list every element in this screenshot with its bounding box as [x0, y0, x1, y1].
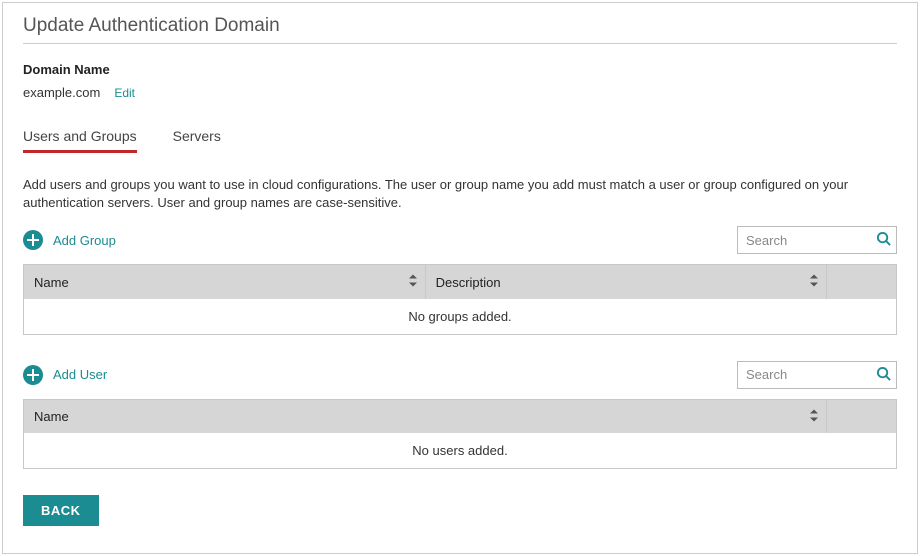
- users-search-wrap: [737, 361, 897, 389]
- page-container: Update Authentication Domain Domain Name…: [2, 2, 918, 554]
- groups-empty-text: No groups added.: [24, 299, 897, 335]
- groups-col-actions: [827, 265, 897, 299]
- table-header-row: Name: [24, 399, 897, 433]
- add-user-label: Add User: [53, 367, 107, 382]
- edit-domain-link[interactable]: Edit: [114, 86, 135, 100]
- page-title: Update Authentication Domain: [23, 15, 897, 37]
- groups-table: Name Description No groups added.: [23, 264, 897, 335]
- groups-toolbar: Add Group: [23, 226, 897, 254]
- back-button[interactable]: BACK: [23, 495, 99, 526]
- sort-icon: [810, 275, 818, 290]
- sort-icon: [810, 409, 818, 424]
- groups-col-description[interactable]: Description: [425, 265, 827, 299]
- groups-search-input[interactable]: [737, 226, 897, 254]
- users-col-actions: [827, 399, 897, 433]
- tab-users-and-groups[interactable]: Users and Groups: [23, 128, 137, 153]
- domain-value-row: example.com Edit: [23, 85, 897, 100]
- groups-col-name[interactable]: Name: [24, 265, 426, 299]
- domain-name-value: example.com: [23, 85, 100, 100]
- table-header-row: Name Description: [24, 265, 897, 299]
- sort-icon: [409, 275, 417, 290]
- table-row: No groups added.: [24, 299, 897, 335]
- plus-icon: [23, 230, 43, 250]
- help-text: Add users and groups you want to use in …: [23, 176, 897, 212]
- groups-search-wrap: [737, 226, 897, 254]
- add-group-button[interactable]: Add Group: [23, 230, 116, 250]
- tab-servers[interactable]: Servers: [173, 128, 221, 153]
- add-user-button[interactable]: Add User: [23, 365, 107, 385]
- users-search-input[interactable]: [737, 361, 897, 389]
- tabs: Users and Groups Servers: [23, 128, 897, 154]
- add-group-label: Add Group: [53, 233, 116, 248]
- domain-name-label: Domain Name: [23, 62, 897, 77]
- plus-icon: [23, 365, 43, 385]
- users-col-name[interactable]: Name: [24, 399, 827, 433]
- users-toolbar: Add User: [23, 361, 897, 389]
- table-row: No users added.: [24, 433, 897, 469]
- users-table: Name No users added.: [23, 399, 897, 470]
- title-divider: [23, 43, 897, 44]
- users-empty-text: No users added.: [24, 433, 897, 469]
